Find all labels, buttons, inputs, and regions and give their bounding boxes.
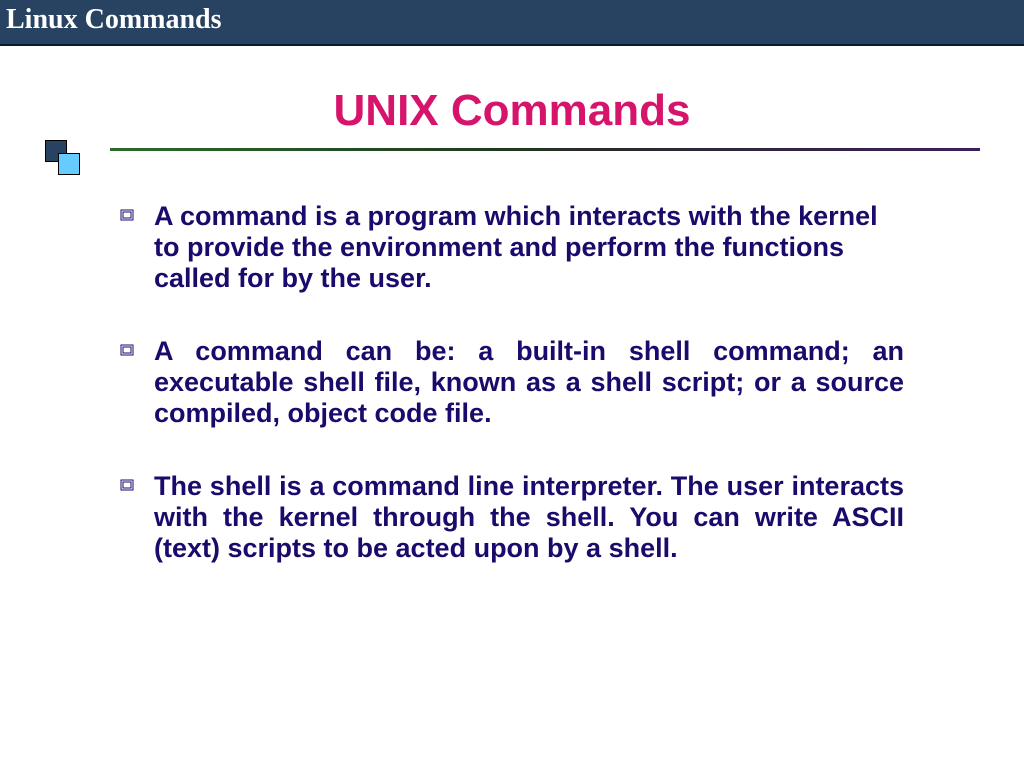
bullet-item: The shell is a command line interpreter.… (120, 471, 904, 564)
bullet-text: A command is a program which interacts w… (154, 201, 904, 294)
bullet-icon (120, 344, 136, 360)
bullet-icon (120, 209, 136, 225)
slide: Linux Commands UNIX Commands A command i… (0, 0, 1024, 768)
bullet-text: The shell is a command line interpreter.… (154, 471, 904, 564)
corner-decoration (45, 140, 85, 180)
bullet-text: A command can be: a built-in shell comma… (154, 336, 904, 429)
title-row: UNIX Commands (50, 86, 974, 136)
header-title: Linux Commands (6, 4, 1014, 36)
slide-body: UNIX Commands A command is a program whi… (0, 46, 1024, 564)
bullet-item: A command is a program which interacts w… (120, 201, 904, 294)
slide-title: UNIX Commands (334, 86, 691, 136)
bullet-list: A command is a program which interacts w… (120, 201, 904, 564)
title-underline (110, 148, 980, 151)
header-bar: Linux Commands (0, 0, 1024, 46)
bullet-item: A command can be: a built-in shell comma… (120, 336, 904, 429)
square-light (58, 153, 80, 175)
bullet-icon (120, 479, 136, 495)
